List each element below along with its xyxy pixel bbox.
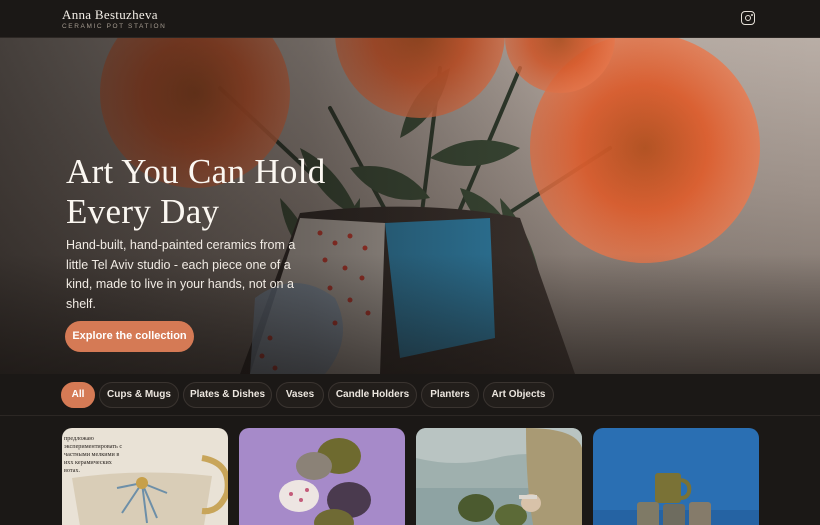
filter-chip-cups-mugs[interactable]: Cups & Mugs: [99, 382, 179, 408]
filter-chip-planters[interactable]: Planters: [421, 382, 479, 408]
product-card[interactable]: предложаю экспериментировать с частными …: [62, 428, 228, 525]
product-image: [593, 428, 759, 525]
product-card[interactable]: [239, 428, 405, 525]
filter-chip-plates-dishes[interactable]: Plates & Dishes: [183, 382, 272, 408]
card-caption-line: вотах.: [64, 467, 81, 474]
product-card[interactable]: [416, 428, 582, 525]
product-image: [239, 428, 405, 525]
hero-title: Art You Can Hold Every Day: [66, 152, 326, 231]
hero-subtitle: Hand-built, hand-painted ceramics from a…: [66, 238, 296, 311]
card-caption-line: ихх керамических: [64, 459, 113, 466]
product-image: [416, 428, 582, 525]
hero-section: Art You Can Hold Every Day Hand-built, h…: [0, 38, 820, 374]
brand-name: Anna Bestuzheva: [62, 7, 158, 22]
filter-chip-art-objects[interactable]: Art Objects: [483, 382, 554, 408]
filter-chip-candle-holders[interactable]: Candle Holders: [328, 382, 417, 408]
category-filters: All Cups & Mugs Plates & Dishes Vases Ca…: [0, 374, 820, 416]
card-caption-line: экспериментировать с: [64, 443, 122, 450]
product-image: предложаю экспериментировать с частными …: [62, 428, 228, 525]
explore-collection-button[interactable]: Explore the collection: [65, 321, 194, 352]
brand-tagline: CERAMIC POT STATION: [62, 23, 167, 30]
filter-chip-vases[interactable]: Vases: [276, 382, 324, 408]
brand-logo[interactable]: Anna Bestuzheva CERAMIC POT STATION: [62, 7, 167, 31]
site-header: Anna Bestuzheva CERAMIC POT STATION: [0, 0, 820, 38]
filter-chip-all[interactable]: All: [61, 382, 95, 408]
instagram-icon[interactable]: [741, 11, 755, 25]
product-card[interactable]: [593, 428, 759, 525]
card-caption-line: частными мелкими в: [64, 451, 119, 458]
card-caption-line: предложаю: [64, 435, 94, 442]
